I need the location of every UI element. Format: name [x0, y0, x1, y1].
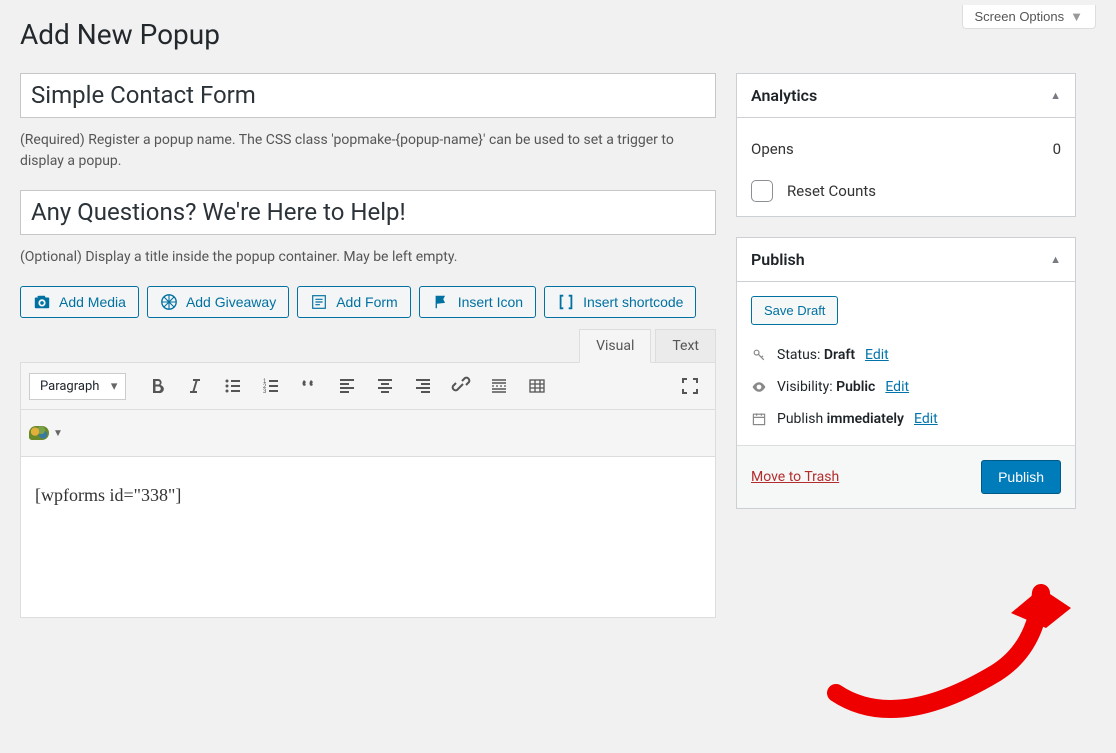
add-form-label: Add Form	[336, 294, 397, 310]
editor-text: [wpforms id="338"]	[35, 485, 181, 505]
fullscreen-button[interactable]	[673, 369, 707, 403]
wheel-icon	[160, 293, 178, 311]
schedule-text: Publish immediately	[777, 411, 904, 427]
bullet-list-button[interactable]	[216, 369, 250, 403]
bold-icon	[147, 376, 167, 396]
move-to-trash-link[interactable]: Move to Trash	[751, 469, 839, 485]
palette-icon	[29, 426, 49, 440]
publish-metabox: Publish ▲ Save Draft Status: Draft Edit …	[736, 237, 1076, 509]
insert-shortcode-button[interactable]: Insert shortcode	[544, 286, 696, 318]
format-select[interactable]: Paragraph	[29, 373, 126, 400]
format-select-label: Paragraph	[40, 379, 99, 394]
edit-status-link[interactable]: Edit	[865, 347, 889, 363]
number-list-button[interactable]: 123	[254, 369, 288, 403]
table-icon	[527, 376, 547, 396]
quote-icon	[299, 376, 319, 396]
insert-shortcode-label: Insert shortcode	[583, 294, 683, 310]
page-title: Add New Popup	[20, 0, 1096, 73]
camera-icon	[33, 293, 51, 311]
editor-box: Paragraph 123 ▼	[20, 362, 716, 618]
italic-button[interactable]	[178, 369, 212, 403]
visibility-text: Visibility: Public	[777, 379, 875, 395]
italic-icon	[185, 376, 205, 396]
eye-icon	[751, 379, 767, 395]
flag-icon	[432, 293, 450, 311]
opens-value: 0	[1053, 140, 1061, 158]
editor-content-area[interactable]: [wpforms id="338"]	[21, 457, 715, 617]
key-icon	[751, 347, 767, 363]
publish-title: Publish	[751, 250, 805, 269]
calendar-icon	[751, 411, 767, 427]
reset-counts-label: Reset Counts	[787, 182, 876, 200]
link-button[interactable]	[444, 369, 478, 403]
readmore-button[interactable]	[482, 369, 516, 403]
analytics-metabox: Analytics ▲ Opens 0 Reset Counts	[736, 73, 1076, 217]
add-media-button[interactable]: Add Media	[20, 286, 139, 318]
tab-visual[interactable]: Visual	[579, 329, 651, 363]
save-draft-button[interactable]: Save Draft	[751, 296, 838, 325]
opens-label: Opens	[751, 140, 794, 158]
insert-icon-button[interactable]: Insert Icon	[419, 286, 536, 318]
tab-text[interactable]: Text	[655, 329, 716, 363]
popup-title-hint: (Optional) Display a title inside the po…	[20, 247, 716, 268]
edit-visibility-link[interactable]: Edit	[885, 379, 909, 395]
align-left-button[interactable]	[330, 369, 364, 403]
align-right-icon	[413, 376, 433, 396]
reset-counts-checkbox[interactable]	[751, 180, 773, 202]
fullscreen-icon	[680, 376, 700, 396]
bullet-list-icon	[223, 376, 243, 396]
add-media-label: Add Media	[59, 294, 126, 310]
brackets-icon	[557, 293, 575, 311]
collapse-toggle[interactable]: ▲	[1050, 89, 1061, 102]
screen-options-button[interactable]: Screen Options ▼	[962, 5, 1096, 29]
align-left-icon	[337, 376, 357, 396]
insert-icon-label: Insert Icon	[458, 294, 523, 310]
add-giveaway-label: Add Giveaway	[186, 294, 276, 310]
svg-text:3: 3	[263, 389, 267, 395]
popup-name-hint: (Required) Register a popup name. The CS…	[20, 130, 716, 172]
style-dropdown-button[interactable]: ▼	[29, 416, 63, 450]
align-center-button[interactable]	[368, 369, 402, 403]
table-button[interactable]	[520, 369, 554, 403]
blockquote-button[interactable]	[292, 369, 326, 403]
edit-schedule-link[interactable]: Edit	[914, 411, 938, 427]
number-list-icon: 123	[261, 376, 281, 396]
caret-down-icon: ▼	[53, 428, 63, 439]
add-giveaway-button[interactable]: Add Giveaway	[147, 286, 289, 318]
collapse-toggle[interactable]: ▲	[1050, 253, 1061, 266]
caret-down-icon: ▼	[1070, 9, 1083, 24]
link-icon	[451, 376, 471, 396]
align-right-button[interactable]	[406, 369, 440, 403]
popup-name-input[interactable]	[20, 73, 716, 118]
readmore-icon	[489, 376, 509, 396]
status-text: Status: Draft	[777, 347, 855, 363]
bold-button[interactable]	[140, 369, 174, 403]
analytics-title: Analytics	[751, 86, 817, 105]
screen-options-label: Screen Options	[975, 9, 1065, 24]
align-center-icon	[375, 376, 395, 396]
annotation-arrow	[816, 533, 1096, 753]
popup-title-input[interactable]	[20, 190, 716, 235]
form-icon	[310, 293, 328, 311]
publish-button[interactable]: Publish	[981, 460, 1061, 494]
add-form-button[interactable]: Add Form	[297, 286, 410, 318]
